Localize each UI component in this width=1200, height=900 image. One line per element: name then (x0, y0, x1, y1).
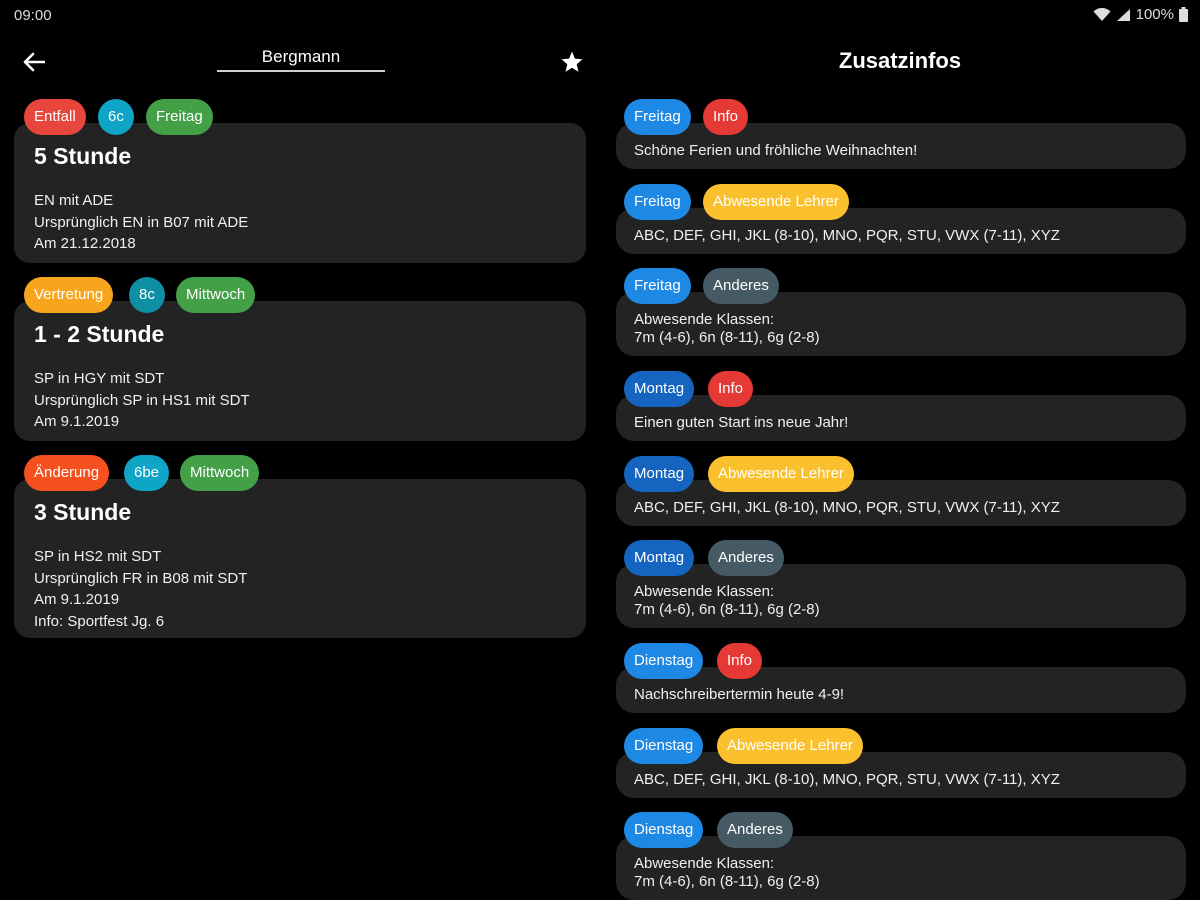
lesson-line: Ursprünglich FR in B08 mit SDT (34, 569, 248, 587)
star-icon (561, 51, 583, 72)
info-line: Schöne Ferien und fröhliche Weihnachten! (634, 142, 918, 159)
info-text: ABC, DEF, GHI, JKL (8-10), MNO, PQR, STU… (634, 499, 1060, 517)
tag-day: Dienstag (624, 728, 704, 764)
info-card[interactable]: ABC, DEF, GHI, JKL (8-10), MNO, PQR, STU… (616, 752, 1186, 798)
tag-class: 8c (129, 277, 165, 313)
status-icons: 100% (1093, 6, 1188, 23)
tag-type: Änderung (24, 455, 110, 491)
info-card[interactable]: Abwesende Klassen: 7m (4-6), 6n (8-11), … (616, 292, 1186, 356)
tag-info: Info (708, 371, 754, 407)
tag-day: Montag (624, 540, 695, 576)
search-input[interactable]: Bergmann (217, 44, 385, 72)
tag-day: Freitag (624, 184, 691, 220)
page-title: Zusatzinfos (838, 48, 962, 73)
info-line: Abwesende Klassen: (634, 583, 775, 600)
lesson-line: EN mit ADE (34, 192, 114, 209)
tag-other: Anderes (703, 268, 779, 304)
tag-absent-teachers: Abwesende Lehrer (717, 728, 863, 764)
lesson-card[interactable]: 3 Stunde SP in HS2 mit SDT Ursprünglich … (14, 479, 586, 638)
tag-day: Montag (624, 371, 695, 407)
info-text: ABC, DEF, GHI, JKL (8-10), MNO, PQR, STU… (634, 771, 1060, 789)
info-text: Einen guten Start ins neue Jahr! (634, 414, 848, 432)
info-card[interactable]: Abwesende Klassen: 7m (4-6), 6n (8-11), … (616, 564, 1186, 628)
wifi-icon (1093, 7, 1111, 21)
info-line: Nachschreibertermin heute 4-9! (634, 686, 845, 703)
lesson-line: SP in HGY mit SDT (34, 370, 165, 387)
info-card[interactable]: ABC, DEF, GHI, JKL (8-10), MNO, PQR, STU… (616, 208, 1186, 254)
favorite-button[interactable] (556, 46, 588, 78)
info-line: Abwesende Klassen: (634, 311, 775, 328)
lesson-title: 1 - 2 Stunde (34, 321, 165, 347)
tag-absent-teachers: Abwesende Lehrer (703, 184, 849, 220)
status-time: 09:00 (14, 7, 52, 24)
tag-other: Anderes (708, 540, 784, 576)
arrow-left-icon (23, 52, 45, 72)
lesson-title: 5 Stunde (34, 143, 132, 169)
tag-class: 6be (124, 455, 170, 491)
info-line: Abwesende Klassen: (634, 855, 775, 872)
tag-day: Freitag (624, 99, 691, 135)
info-line: 7m (4-6), 6n (8-11), 6g (2-8) (634, 601, 820, 618)
info-text: Schöne Ferien und fröhliche Weihnachten! (634, 142, 917, 160)
info-card[interactable]: ABC, DEF, GHI, JKL (8-10), MNO, PQR, STU… (616, 480, 1186, 526)
info-line: ABC, DEF, GHI, JKL (8-10), MNO, PQR, STU… (634, 771, 1060, 788)
tag-day: Freitag (146, 99, 213, 135)
tag-info: Info (717, 643, 763, 679)
lesson-card[interactable]: 1 - 2 Stunde SP in HGY mit SDT Ursprüngl… (14, 301, 586, 441)
info-line: Einen guten Start ins neue Jahr! (634, 414, 849, 431)
lesson-details: SP in HS2 mit SDT Ursprünglich FR in B08… (34, 546, 247, 632)
battery-percent: 100% (1135, 6, 1174, 23)
info-card[interactable]: Schöne Ferien und fröhliche Weihnachten! (616, 123, 1186, 169)
lesson-line: Am 9.1.2019 (34, 413, 120, 430)
lesson-line: Am 21.12.2018 (34, 235, 136, 252)
tag-day: Mittwoch (176, 277, 256, 313)
status-bar: 09:00 100% (0, 0, 1200, 30)
info-text: ABC, DEF, GHI, JKL (8-10), MNO, PQR, STU… (634, 227, 1060, 245)
back-button[interactable] (18, 46, 50, 78)
info-line: 7m (4-6), 6n (8-11), 6g (2-8) (634, 873, 820, 890)
lesson-title: 3 Stunde (34, 499, 132, 525)
tag-absent-teachers: Abwesende Lehrer (708, 456, 854, 492)
tag-day: Dienstag (624, 812, 704, 848)
lesson-line: Info: Sportfest Jg. 6 (34, 612, 165, 630)
lesson-line: Ursprünglich EN in B07 mit ADE (34, 213, 249, 231)
tag-day: Dienstag (624, 643, 704, 679)
info-card[interactable]: Abwesende Klassen: 7m (4-6), 6n (8-11), … (616, 836, 1186, 900)
tag-type: Entfall (24, 99, 86, 135)
lesson-line: Am 9.1.2019 (34, 591, 120, 608)
info-text: Abwesende Klassen: 7m (4-6), 6n (8-11), … (634, 311, 820, 347)
info-text: Abwesende Klassen: 7m (4-6), 6n (8-11), … (634, 855, 820, 891)
tag-info: Info (703, 99, 749, 135)
tag-day: Montag (624, 456, 695, 492)
tag-day: Freitag (624, 268, 691, 304)
tag-other: Anderes (717, 812, 793, 848)
tag-day: Mittwoch (180, 455, 260, 491)
info-text: Nachschreibertermin heute 4-9! (634, 686, 844, 704)
battery-icon (1179, 7, 1188, 22)
info-text: Abwesende Klassen: 7m (4-6), 6n (8-11), … (634, 583, 820, 619)
info-card[interactable]: Nachschreibertermin heute 4-9! (616, 667, 1186, 713)
tag-type: Vertretung (24, 277, 114, 313)
lesson-line: Ursprünglich SP in HS1 mit SDT (34, 391, 250, 409)
info-line: 7m (4-6), 6n (8-11), 6g (2-8) (634, 329, 820, 346)
lesson-line: SP in HS2 mit SDT (34, 548, 162, 565)
info-line: ABC, DEF, GHI, JKL (8-10), MNO, PQR, STU… (634, 227, 1060, 244)
info-card[interactable]: Einen guten Start ins neue Jahr! (616, 395, 1186, 441)
lesson-card[interactable]: 5 Stunde EN mit ADE Ursprünglich EN in B… (14, 123, 586, 263)
lesson-details: EN mit ADE Ursprünglich EN in B07 mit AD… (34, 190, 248, 255)
tag-class: 6c (98, 99, 134, 135)
lesson-details: SP in HGY mit SDT Ursprünglich SP in HS1… (34, 368, 250, 433)
signal-icon (1116, 8, 1130, 21)
info-line: ABC, DEF, GHI, JKL (8-10), MNO, PQR, STU… (634, 499, 1060, 516)
